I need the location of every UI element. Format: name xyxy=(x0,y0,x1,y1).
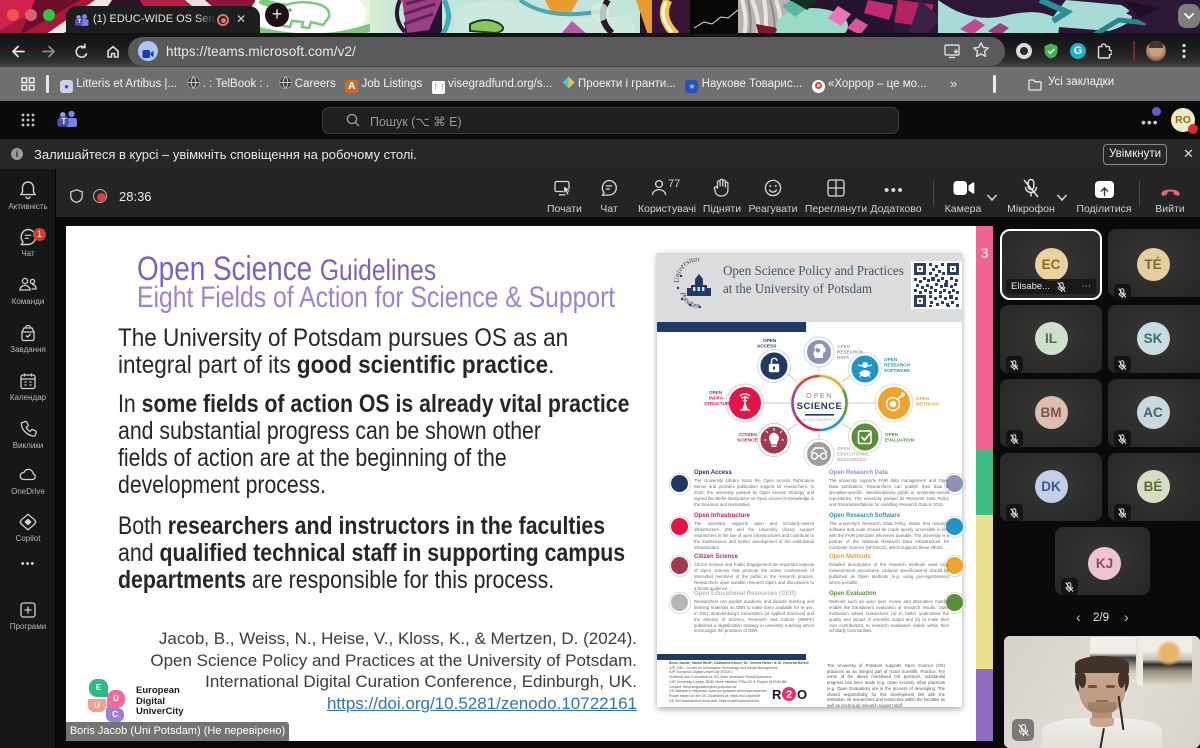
svg-text:ACCESS: ACCESS xyxy=(757,344,776,349)
svg-text:RESOURCES: RESOURCES xyxy=(837,457,866,462)
svg-text:SCIENCE: SCIENCE xyxy=(737,438,757,443)
svg-text:RESEARCH: RESEARCH xyxy=(884,363,910,368)
svg-text:OPEN: OPEN xyxy=(885,432,899,437)
svg-text:2: 2 xyxy=(786,689,792,701)
svg-text:SCIENCE: SCIENCE xyxy=(797,401,843,412)
svg-text:EVALUATION: EVALUATION xyxy=(885,438,915,443)
svg-text:AT THE UNIVERSITY: AT THE UNIVERSITY xyxy=(802,418,837,422)
svg-text:SOFTWARE: SOFTWARE xyxy=(884,368,910,373)
svg-text:OPEN: OPEN xyxy=(837,446,851,451)
svg-text:OPEN: OPEN xyxy=(837,344,851,349)
svg-text:CITIZEN: CITIZEN xyxy=(739,432,758,437)
svg-text:R: R xyxy=(772,687,782,702)
svg-text:OPEN: OPEN xyxy=(806,391,833,400)
svg-text:T: T xyxy=(61,117,66,126)
svg-text:DATA: DATA xyxy=(837,355,850,360)
svg-text:OPEN: OPEN xyxy=(884,357,898,362)
svg-text:OPEN: OPEN xyxy=(709,390,723,395)
svg-text:RESEARCH: RESEARCH xyxy=(837,350,863,355)
svg-text:INFRA-: INFRA- xyxy=(709,396,725,401)
svg-text:METHODS: METHODS xyxy=(916,402,939,407)
svg-text:O: O xyxy=(797,687,807,702)
svg-text:STRUCTURE: STRUCTURE xyxy=(704,401,732,406)
svg-text:EDUCATIONAL: EDUCATIONAL xyxy=(837,452,870,457)
svg-text:OPEN: OPEN xyxy=(916,396,930,401)
svg-text:OPEN: OPEN xyxy=(763,338,777,343)
